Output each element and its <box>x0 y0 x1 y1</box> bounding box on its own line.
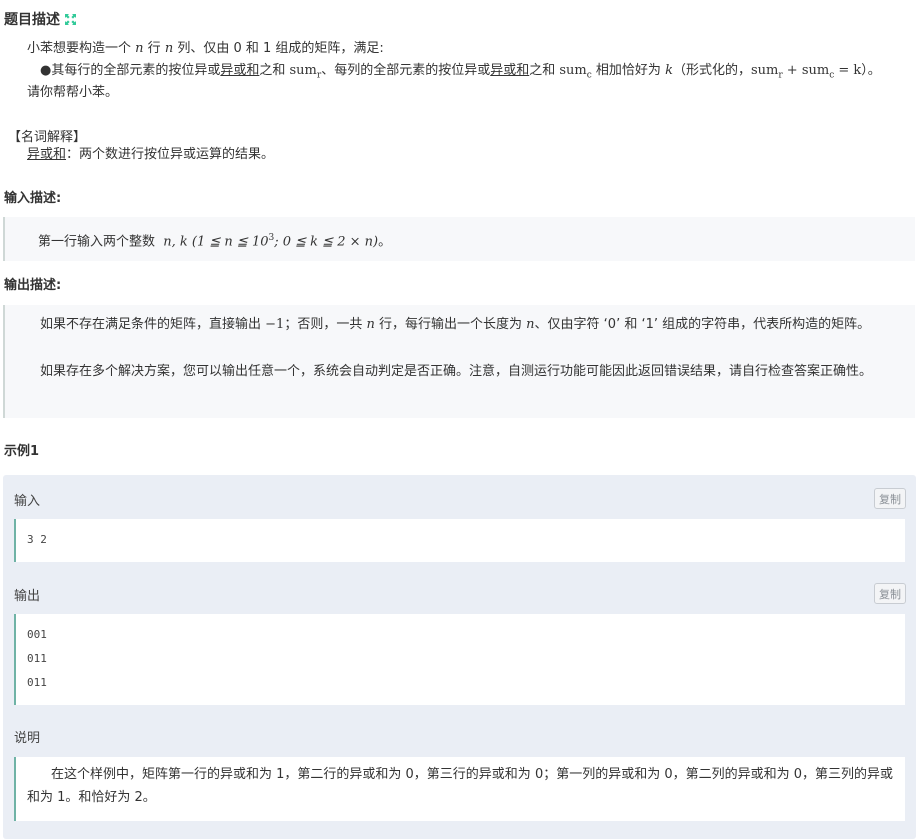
output-desc-p1: 如果不存在满足条件的矩阵，直接输出 −1；否则，一共 n 行，每行输出一个长度为… <box>40 317 871 332</box>
example-explanation-box: 在这个样例中，矩阵第一行的异或和为 1，第二行的异或和为 0，第三行的异或和为 … <box>14 757 905 821</box>
example-output-label: 输出 <box>14 589 41 604</box>
example-input-label: 输入 <box>14 494 41 509</box>
example-input-line: 3 2 <box>27 533 47 546</box>
example-heading: 示例1 <box>4 444 40 459</box>
input-desc-block: 第一行输入两个整数 n, k (1 ≦ n ≦ 103; 0 ≦ k ≦ 2 ×… <box>3 217 915 261</box>
input-desc-heading: 输入描述: <box>4 191 62 206</box>
glossary-term: 异或和 <box>27 147 67 162</box>
example-output-box[interactable]: 001 011 011 <box>14 614 905 705</box>
problem-ask: 请你帮帮小苯。 <box>27 85 119 100</box>
output-desc-p2: 如果存在多个解决方案，您可以输出任意一个，系统会自动判定是否正确。注意，自测运行… <box>40 364 873 379</box>
problem-condition: ●其每行的全部元素的按位异或异或和之和 sumr、每列的全部元素的按位异或异或和… <box>40 63 881 81</box>
example-explanation-text: 在这个样例中，矩阵第一行的异或和为 1，第二行的异或和为 0，第三行的异或和为 … <box>27 767 894 805</box>
example-explanation-label: 说明 <box>14 731 41 746</box>
example-input-box[interactable]: 3 2 <box>14 519 905 562</box>
output-desc-block: 如果不存在满足条件的矩阵，直接输出 −1；否则，一共 n 行，每行输出一个长度为… <box>3 305 915 418</box>
example-output-line: 011 <box>27 652 47 665</box>
copy-input-button[interactable]: 复制 <box>874 488 906 509</box>
output-desc-heading: 输出描述: <box>4 278 62 293</box>
example-output-line: 001 <box>27 628 47 641</box>
xor-sum-link[interactable]: 异或和 <box>220 63 259 78</box>
problem-intro: 小苯想要构造一个 n 行 n 列、仅由 0 和 1 组成的矩阵，满足: <box>27 41 384 56</box>
input-desc-text: 第一行输入两个整数 n, k (1 ≦ n ≦ 103; 0 ≦ k ≦ 2 ×… <box>38 233 392 250</box>
glossary-entry: 异或和：两个数进行按位异或运算的结果。 <box>27 147 275 162</box>
xor-sum-link-2[interactable]: 异或和 <box>490 63 529 78</box>
example-output-line: 011 <box>27 676 47 689</box>
problem-title: 题目描述 <box>4 9 77 29</box>
glossary-heading: 【名词解释】 <box>8 130 87 145</box>
copy-output-button[interactable]: 复制 <box>874 583 906 604</box>
example-panel: 输入 复制 3 2 输出 复制 001 011 011 说明 在这个样例中，矩阵… <box>3 475 916 839</box>
bullet-dot: ● <box>40 63 52 78</box>
expand-icon[interactable] <box>64 13 77 26</box>
